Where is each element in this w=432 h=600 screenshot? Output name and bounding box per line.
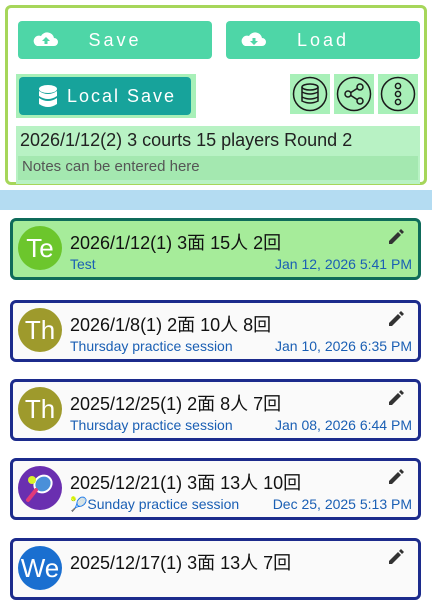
session-card[interactable]: Th 2025/12/25(1) 2面 8人 7回 Thursday practic…	[10, 379, 421, 441]
session-subtitle: Thursday practice session	[70, 338, 233, 354]
session-date: Dec 25, 2025 5:13 PM	[272, 496, 412, 512]
cloud-download-icon	[241, 32, 266, 46]
load-button-label: Load	[296, 29, 350, 50]
session-date: Jan 10, 2026 6:35 PM	[275, 338, 412, 354]
save-button-label: Save	[88, 29, 142, 50]
session-title: 2026/1/12(1) 3面 15人 2回	[70, 233, 282, 253]
database-circle-icon	[292, 76, 328, 112]
session-title: 2025/12/25(1) 2面 8人 7回	[70, 394, 282, 414]
edit-pencil-icon[interactable]	[386, 467, 404, 485]
control-panel: Save Load Local Save 2026/1/12(2) 3 cour…	[5, 5, 427, 185]
edit-pencil-icon[interactable]	[386, 547, 404, 565]
session-card[interactable]: We 2025/12/17(1) 3面 13人 7回	[10, 538, 421, 600]
edit-pencil-icon[interactable]	[386, 227, 404, 245]
session-date: Jan 08, 2026 6:44 PM	[275, 417, 412, 433]
avatar: Te	[18, 226, 62, 270]
session-subtitle: Thursday practice session	[70, 417, 233, 433]
cloud-upload-icon	[33, 32, 58, 46]
load-button[interactable]: Load	[226, 21, 420, 59]
tennis-racket-icon	[26, 474, 53, 502]
save-button[interactable]: Save	[18, 21, 212, 59]
local-save-label: Local Save	[67, 85, 177, 106]
match-title[interactable]: 2026/1/12(2) 3 courts 15 players Round 2	[20, 130, 352, 151]
session-card[interactable]: Th 2026/1/8(1) 2面 10人 8回 Thursday practice…	[10, 300, 421, 362]
session-title: 2026/1/8(1) 2面 10人 8回	[70, 315, 272, 335]
avatar: We	[18, 546, 62, 590]
section-divider	[0, 190, 432, 210]
more-vertical-icon	[380, 76, 416, 112]
avatar: Th	[18, 387, 62, 431]
database-icon	[39, 85, 57, 107]
more-options-button[interactable]	[378, 74, 418, 114]
session-subtitle: 🎾Sunday practice session	[70, 496, 240, 512]
session-subtitle: Test	[70, 256, 96, 272]
notes-field[interactable]: Notes can be entered here	[18, 156, 418, 180]
share-button[interactable]	[334, 74, 374, 114]
local-save-highlight: Local Save	[16, 74, 196, 118]
session-title: 2025/12/17(1) 3面 13人 7回	[70, 553, 292, 573]
session-card[interactable]: 2025/12/21(1) 3面 13人 10回 🎾Sunday practice…	[10, 458, 421, 520]
avatar	[18, 466, 62, 510]
session-date: Jan 12, 2026 5:41 PM	[275, 256, 412, 272]
edit-pencil-icon[interactable]	[386, 388, 404, 406]
database-button[interactable]	[290, 74, 330, 114]
session-title: 2025/12/21(1) 3面 13人 10回	[70, 473, 302, 493]
avatar: Th	[18, 308, 62, 352]
local-save-button[interactable]: Local Save	[19, 77, 191, 115]
edit-pencil-icon[interactable]	[386, 309, 404, 327]
match-info: 2026/1/12(2) 3 courts 15 players Round 2…	[16, 126, 420, 184]
share-icon	[336, 76, 372, 112]
session-card[interactable]: Te 2026/1/12(1) 3面 15人 2回 Test Jan 12, 2026…	[10, 218, 421, 280]
